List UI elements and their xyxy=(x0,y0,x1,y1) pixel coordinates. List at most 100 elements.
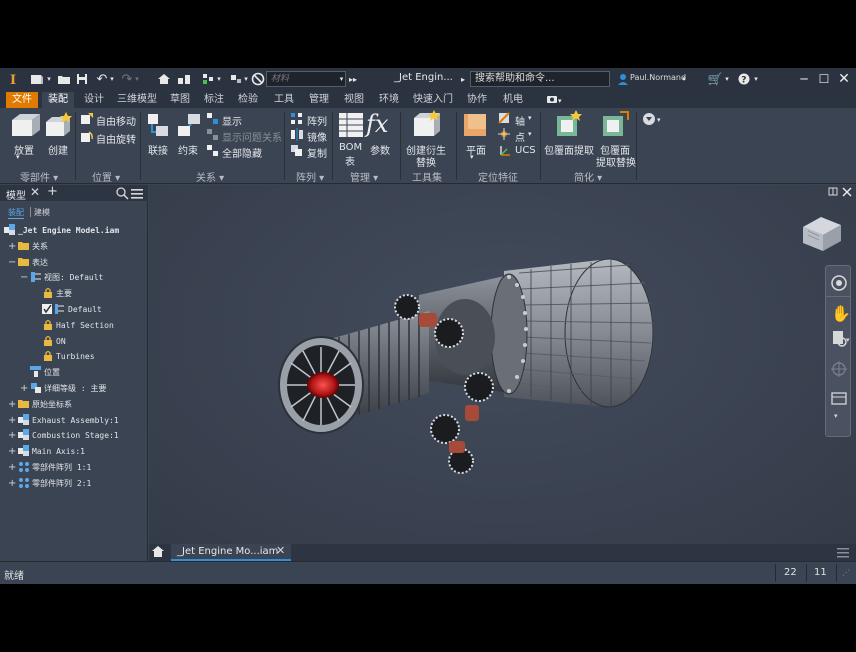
select-dropdown-icon[interactable]: ▾ xyxy=(215,68,223,90)
material-dropdown-icon[interactable]: ▾ xyxy=(337,68,346,90)
tab-environments[interactable]: 环境 xyxy=(374,92,404,108)
expand-plus-icon[interactable]: + xyxy=(8,445,17,458)
redo-icon[interactable]: ↷ xyxy=(120,68,134,90)
app-logo-icon[interactable]: I xyxy=(6,68,22,90)
axis-dropdown-icon[interactable]: ▾ xyxy=(528,114,532,122)
constrain-icon[interactable] xyxy=(176,112,202,140)
constrain-label[interactable]: 约束 xyxy=(178,142,198,157)
shrinkwrap-label[interactable]: 包覆面提取 xyxy=(544,142,594,157)
tab-assembly-view[interactable]: 装配 xyxy=(8,207,24,219)
jet-engine-model[interactable] xyxy=(269,233,689,503)
viewport-restore-icon[interactable] xyxy=(828,187,838,196)
pattern-label[interactable]: 阵列 xyxy=(307,113,327,128)
user-icon[interactable] xyxy=(616,68,630,90)
tree-item[interactable]: + 关系 xyxy=(0,239,148,254)
maximize-button[interactable]: ☐ xyxy=(814,68,834,90)
tree-item[interactable]: + Exhaust Assembly:1 xyxy=(0,413,148,428)
tab-file[interactable]: 文件 xyxy=(6,92,38,108)
bom-icon[interactable] xyxy=(338,112,364,138)
tree-item[interactable]: Half Section xyxy=(0,318,148,333)
user-name[interactable]: Paul.Normand xyxy=(630,73,686,82)
plane-dropdown-icon[interactable]: ▾ xyxy=(470,153,474,161)
compressor-section[interactable] xyxy=(278,311,429,434)
tab-view[interactable]: 视图 xyxy=(340,92,368,108)
help-dropdown-icon[interactable]: ▾ xyxy=(752,68,760,90)
resize-grip-icon[interactable]: ⋰ xyxy=(842,568,850,577)
expand-toolbar-icon[interactable]: ▸▸ xyxy=(346,68,360,90)
expand-plus-icon[interactable]: + xyxy=(8,477,17,490)
point-icon[interactable] xyxy=(498,128,512,142)
browser-menu-icon[interactable] xyxy=(131,188,143,199)
help-search-input[interactable]: 搜索帮助和命令... xyxy=(470,71,610,87)
free-rotate-label[interactable]: 自由旋转 xyxy=(96,131,136,146)
ucs-icon[interactable] xyxy=(498,144,512,158)
help-icon[interactable]: ? xyxy=(737,68,751,90)
viewport-close-icon[interactable] xyxy=(842,187,852,197)
expand-plus-icon[interactable]: + xyxy=(8,398,17,411)
tab-tools[interactable]: 工具 xyxy=(270,92,298,108)
viewcube-icon[interactable] xyxy=(799,213,843,253)
show-problem-label[interactable]: 显示问题关系 xyxy=(222,129,282,144)
tab-sketch[interactable]: 草图 xyxy=(166,92,194,108)
shrinkwrap-icon[interactable] xyxy=(554,110,584,140)
axis-label[interactable]: 轴 xyxy=(515,113,525,128)
cart-dropdown-icon[interactable]: ▾ xyxy=(723,68,731,90)
free-rotate-icon[interactable] xyxy=(80,130,94,144)
tree-item[interactable]: − 表达 xyxy=(0,255,148,270)
select-icon[interactable] xyxy=(200,68,216,90)
shrinkwrap-substitute-icon[interactable] xyxy=(600,110,630,140)
tab-electromechanical[interactable]: 机电 xyxy=(498,92,528,108)
component-group-label[interactable]: 零部件 ▾ xyxy=(20,169,58,184)
expand-plus-icon[interactable]: + xyxy=(8,429,17,442)
plane-icon[interactable] xyxy=(462,112,490,138)
parameters-label[interactable]: 参数 xyxy=(370,142,390,157)
tab-get-started[interactable]: 快速入门 xyxy=(410,92,456,108)
free-move-label[interactable]: 自由移动 xyxy=(96,113,136,128)
save-icon[interactable] xyxy=(75,68,89,90)
collapse-minus-icon[interactable]: − xyxy=(8,256,17,269)
tree-item[interactable]: + 详细等级 : 主要 xyxy=(0,381,148,396)
browser-search-icon[interactable] xyxy=(116,187,129,200)
tree-item[interactable]: + 零部件阵列 1:1 xyxy=(0,460,148,475)
tab-design[interactable]: 设计 xyxy=(80,92,108,108)
mirror-icon[interactable] xyxy=(290,128,304,142)
look-at-icon[interactable] xyxy=(830,390,848,408)
browser-title[interactable]: 模型 xyxy=(6,187,26,202)
title-arrow-icon[interactable]: ▸ xyxy=(458,68,468,90)
tab-inspect[interactable]: 检验 xyxy=(234,92,262,108)
work-features-group-label[interactable]: 定位特征 xyxy=(478,169,518,184)
create-component-icon[interactable] xyxy=(44,112,72,140)
steering-wheel-icon[interactable] xyxy=(830,274,848,292)
derive-substitute-icon[interactable] xyxy=(412,110,442,140)
pan-hand-icon[interactable]: ✋ xyxy=(831,304,851,323)
tab-3d-model[interactable]: 三维模型 xyxy=(114,92,160,108)
place-dropdown-icon[interactable]: ▾ xyxy=(16,153,20,161)
collapse-minus-icon[interactable]: − xyxy=(20,271,29,284)
expand-plus-icon[interactable]: + xyxy=(8,240,17,253)
measure-dropdown-icon[interactable]: ▾ xyxy=(242,68,250,90)
update-icon[interactable] xyxy=(176,68,192,90)
pattern-group-label[interactable]: 阵列 ▾ xyxy=(296,169,324,184)
add-browser-icon[interactable]: + xyxy=(47,184,58,199)
position-group-label[interactable]: 位置 ▾ xyxy=(92,169,120,184)
axis-icon[interactable] xyxy=(498,112,512,126)
browser-close-icon[interactable]: ✕ xyxy=(30,185,40,199)
document-tab-close-icon[interactable]: ✕ xyxy=(276,544,285,557)
tree-item[interactable]: Default xyxy=(0,302,148,317)
point-dropdown-icon[interactable]: ▾ xyxy=(528,130,532,138)
toolset-group-label[interactable]: 工具集 xyxy=(412,169,442,184)
user-dropdown-icon[interactable]: ▾ xyxy=(680,68,688,90)
ribbon-display-icon[interactable]: ▾ xyxy=(546,95,564,105)
tree-item[interactable]: 位置 xyxy=(0,365,148,380)
pattern-icon[interactable] xyxy=(290,112,304,126)
zoom-dropdown-icon[interactable]: ▾ xyxy=(846,336,850,344)
minimize-button[interactable]: ─ xyxy=(794,68,814,90)
hide-all-label[interactable]: 全部隐藏 xyxy=(222,145,262,160)
ribbon-options-icon[interactable]: ▾ xyxy=(642,112,666,126)
orbit-icon[interactable] xyxy=(830,360,848,378)
tree-item[interactable]: ON xyxy=(0,334,148,349)
tree-item[interactable]: + 原始坐标系 xyxy=(0,397,148,412)
hide-all-icon[interactable] xyxy=(206,144,220,158)
copy-icon[interactable] xyxy=(290,144,304,158)
expand-plus-icon[interactable]: + xyxy=(8,461,17,474)
